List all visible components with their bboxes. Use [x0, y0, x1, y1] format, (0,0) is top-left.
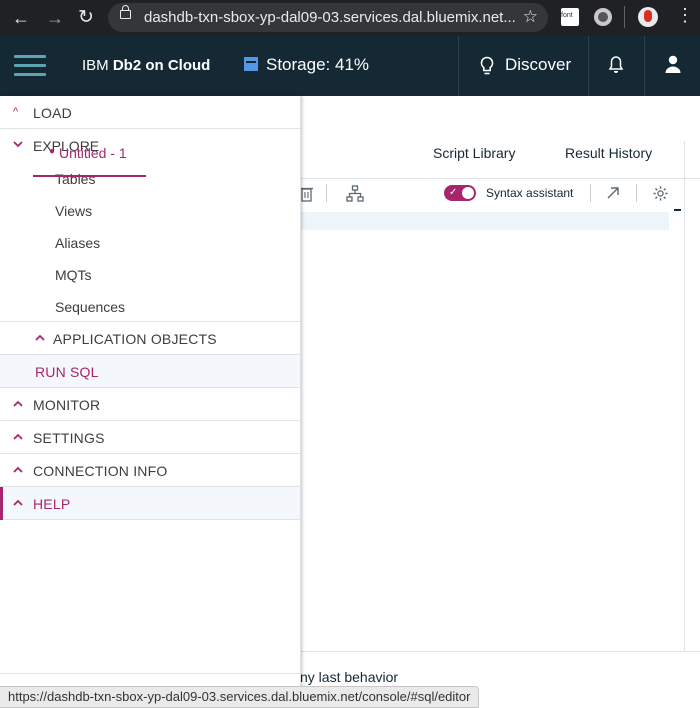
nav-section-explore: EXPLORE Tables Views Aliases MQTs Sequen… [0, 129, 300, 322]
footer-divider [300, 651, 700, 652]
toolbar-divider [624, 6, 625, 28]
storage-label: Storage: 41% [266, 55, 370, 74]
explore-item-mqts[interactable]: MQTs [55, 267, 92, 283]
lightbulb-icon [480, 56, 494, 75]
nav-section-help[interactable]: HELP [0, 487, 300, 520]
syntax-assistant-label: Syntax assistant [486, 186, 574, 200]
settings-gear-icon[interactable] [652, 185, 669, 202]
nav-section-settings[interactable]: SETTINGS [0, 421, 300, 454]
tab-script-library[interactable]: Script Library [433, 145, 515, 161]
active-indicator [0, 487, 3, 520]
checkmark-icon: ✓ [449, 187, 458, 198]
explore-item-sequences[interactable]: Sequences [55, 299, 125, 315]
profile-avatar-icon[interactable] [638, 7, 658, 27]
editor-scroll-marker [674, 209, 681, 211]
explore-item-tables[interactable]: Tables [55, 171, 95, 187]
active-tab-underline [33, 175, 146, 177]
toolbar-separator [326, 184, 327, 202]
brand-prefix: IBM [82, 57, 109, 74]
trash-icon[interactable] [300, 185, 314, 202]
chevron-up-icon [35, 334, 45, 341]
chevron-up-icon [13, 433, 23, 440]
header-divider [588, 36, 589, 96]
nav-section-monitor[interactable]: MONITOR [0, 388, 300, 421]
forward-arrow-icon[interactable]: → [46, 8, 64, 29]
unsaved-dot-icon: ● [49, 146, 56, 157]
user-profile-icon[interactable] [664, 54, 682, 74]
status-url-tooltip: https://dashdb-txn-sbox-yp-dal09-03.serv… [0, 686, 480, 708]
font-extension-icon[interactable]: font [561, 8, 579, 26]
nav-section-label: HELP [33, 496, 71, 512]
nav-section-explore-header[interactable]: EXPLORE [0, 129, 300, 162]
chevron-down-icon [13, 141, 23, 148]
nav-section-label: RUN SQL [35, 364, 99, 380]
back-arrow-icon[interactable]: ← [12, 8, 30, 29]
lock-icon [120, 5, 131, 19]
bookmark-star-icon[interactable]: ☆ [523, 7, 538, 27]
editor-right-border [684, 141, 685, 651]
nav-section-label: CONNECTION INFO [33, 463, 168, 479]
font-extension-label: font [561, 12, 573, 19]
tab-result-history[interactable]: Result History [565, 145, 652, 161]
browser-toolbar: ← → ↻ dashdb-txn-sbox-yp-dal09-03.servic… [0, 0, 700, 36]
editor-current-line[interactable] [300, 212, 669, 230]
toggle-knob [462, 187, 474, 199]
extension-circle-icon[interactable] [594, 8, 612, 26]
header-divider [644, 36, 645, 96]
footer-text: ny last behavior [300, 669, 399, 685]
nav-section-label: SETTINGS [33, 430, 105, 446]
chevron-up-icon [13, 400, 23, 407]
app-brand: IBM Db2 on Cloud [82, 57, 210, 74]
nav-section-run-sql[interactable]: RUN SQL [0, 355, 300, 388]
discover-label: Discover [505, 55, 572, 74]
chevron-up-icon: ^ [13, 106, 19, 118]
syntax-assistant-toggle[interactable]: ✓ [444, 185, 476, 201]
nav-section-label: MONITOR [33, 397, 101, 413]
browser-menu-icon[interactable]: ⋮ [676, 5, 694, 26]
explore-item-aliases[interactable]: Aliases [55, 235, 100, 251]
side-navigation-panel: ^ LOAD EXPLORE Tables Views Aliases MQTs… [0, 96, 301, 706]
app-header: IBM Db2 on Cloud Storage: 41% Discover [0, 36, 700, 96]
explain-plan-icon[interactable] [346, 185, 364, 202]
reload-icon[interactable]: ↻ [78, 6, 94, 29]
nav-section-load[interactable]: ^ LOAD [0, 96, 300, 129]
storage-icon [244, 57, 258, 71]
explore-item-views[interactable]: Views [55, 203, 92, 219]
chevron-up-icon [13, 499, 23, 506]
tab-untitled-1[interactable]: Untitled - 1 [59, 145, 127, 161]
address-url: dashdb-txn-sbox-yp-dal09-03.services.dal… [144, 9, 516, 26]
nav-section-application-objects[interactable]: APPLICATION OBJECTS [0, 322, 300, 355]
nav-section-label: LOAD [33, 105, 72, 121]
pop-out-arrow-icon[interactable] [606, 186, 620, 200]
nav-section-connection-info[interactable]: CONNECTION INFO [0, 454, 300, 487]
storage-indicator[interactable]: Storage: 41% [244, 55, 369, 75]
toolbar-separator [590, 184, 591, 202]
brand-name: Db2 on Cloud [112, 57, 211, 74]
hamburger-menu-icon[interactable] [14, 52, 46, 78]
toolbar-separator [636, 184, 637, 202]
nav-section-label: APPLICATION OBJECTS [53, 331, 217, 347]
panel-bottom-divider [0, 673, 300, 674]
toolbar-divider-line [300, 178, 700, 179]
chevron-up-icon [13, 466, 23, 473]
notification-bell-icon[interactable] [608, 55, 624, 75]
address-bar[interactable]: dashdb-txn-sbox-yp-dal09-03.services.dal… [108, 3, 548, 32]
header-divider [458, 36, 459, 96]
